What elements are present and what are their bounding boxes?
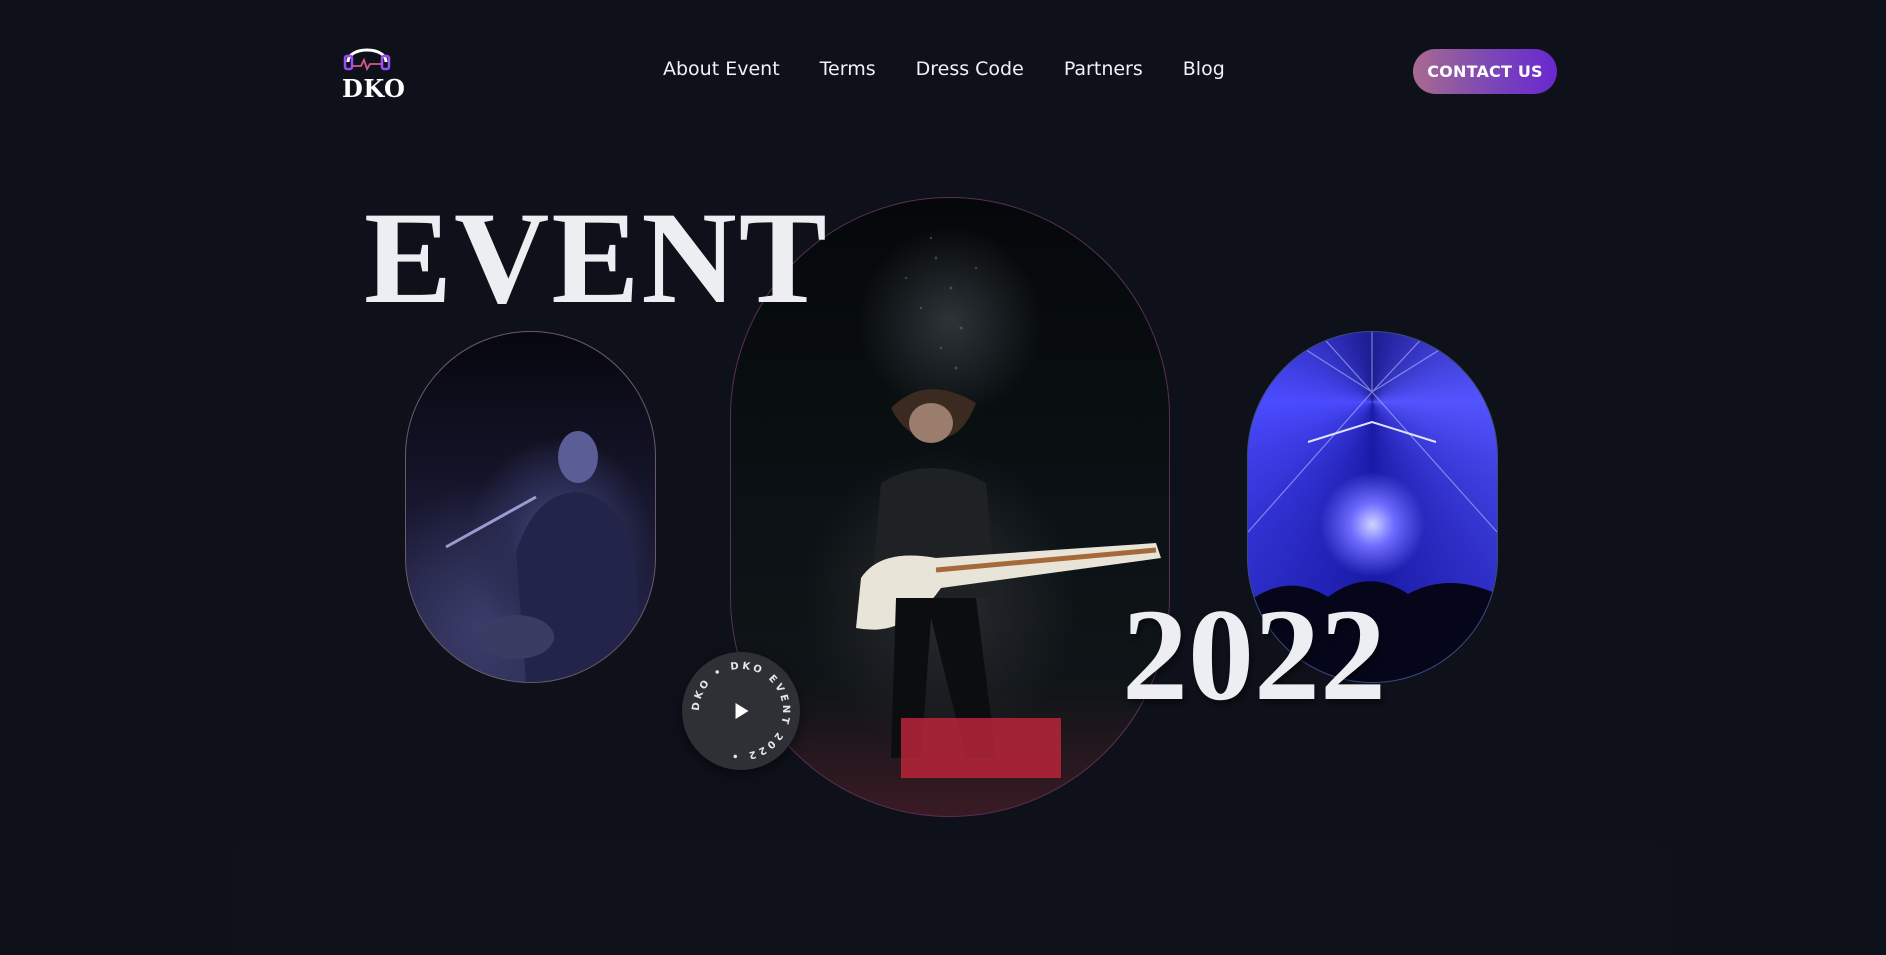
- headphones-pulse-icon: [343, 48, 391, 72]
- page: DKO About Event Terms Dress Code Partner…: [0, 0, 1886, 955]
- hero-title: EVENT: [364, 184, 829, 331]
- play-video-button[interactable]: DKO • DKO EVENT 2022 •: [682, 652, 800, 770]
- singer-silhouette-icon: [445, 431, 641, 682]
- singer-with-guitar-photo: [405, 331, 656, 683]
- contact-us-button[interactable]: CONTACT US: [1413, 49, 1557, 94]
- hero-year: 2022: [1122, 581, 1386, 728]
- nav-item-blog[interactable]: Blog: [1183, 58, 1225, 80]
- next-section-panel: [232, 845, 1670, 955]
- nav-item-dress-code[interactable]: Dress Code: [916, 58, 1024, 80]
- main-nav: About Event Terms Dress Code Partners Bl…: [663, 58, 1225, 80]
- nav-item-terms[interactable]: Terms: [820, 58, 876, 80]
- nav-item-about-event[interactable]: About Event: [663, 58, 780, 80]
- play-icon: [735, 703, 749, 719]
- nav-item-partners[interactable]: Partners: [1064, 58, 1143, 80]
- brand-logo[interactable]: DKO: [342, 36, 406, 106]
- logo-text: DKO: [342, 74, 406, 103]
